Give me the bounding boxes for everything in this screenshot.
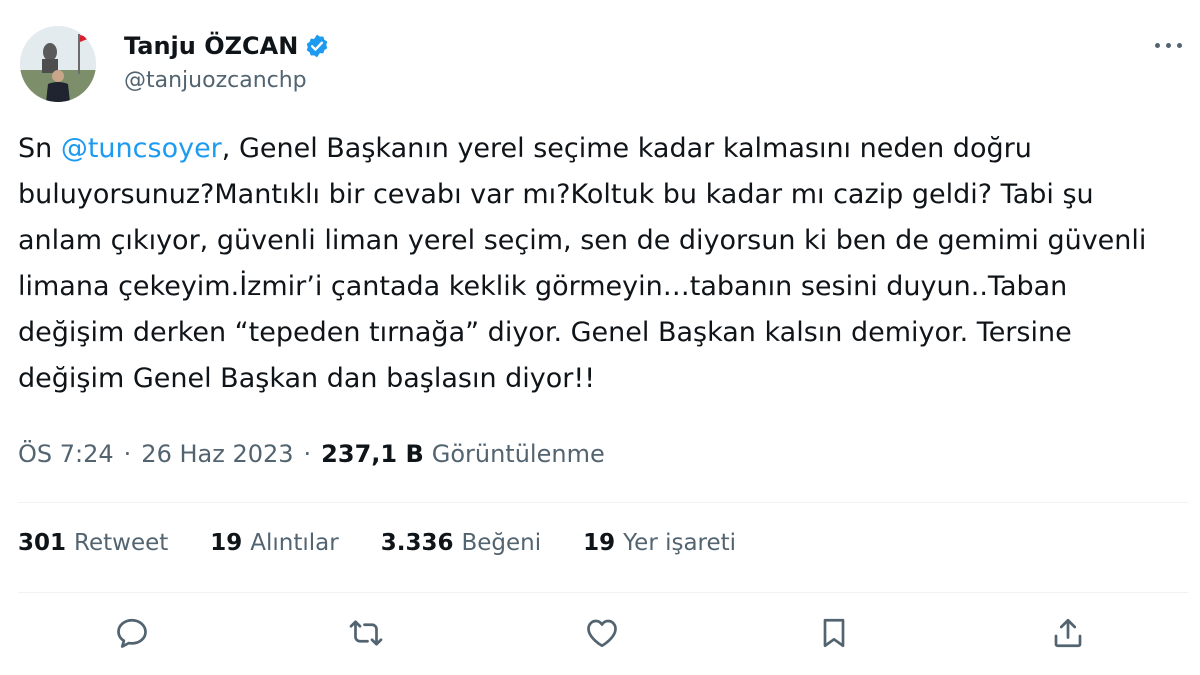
more-icon[interactable] [1148,30,1188,60]
avatar[interactable] [20,26,96,102]
avatar-photo [20,26,96,102]
tweet-prefix: Sn [18,133,61,164]
retweet-icon [349,620,383,646]
bookmark-icon [823,618,845,648]
bookmark-label: Yer işareti [623,530,737,556]
retweet-count: 301 [18,530,67,556]
tweet-date[interactable]: 26 Haz 2023 [141,440,293,468]
stat-likes[interactable]: 3.336 Beğeni [381,530,541,556]
share-icon [1054,618,1082,648]
tweet-meta: ÖS 7:24 · 26 Haz 2023 · 237,1 B Görüntül… [18,440,605,468]
retweet-button[interactable] [338,605,394,661]
quote-label: Alıntılar [250,530,339,556]
tweet-time[interactable]: ÖS 7:24 [18,440,114,468]
heart-icon [587,619,617,648]
divider [18,592,1188,593]
bookmark-button[interactable] [806,605,862,661]
meta-separator: · [123,440,132,468]
tweet-text: Sn @tuncsoyer, Genel Başkanın yerel seçi… [18,126,1168,402]
views-count: 237,1 B [321,440,424,468]
tweet-header: Tanju ÖZCAN @tanjuozcanchp [18,26,1188,106]
views-label: Görüntülenme [431,440,605,468]
like-count: 3.336 [380,530,454,556]
stat-retweets[interactable]: 301 Retweet [18,530,168,556]
like-label: Beğeni [461,530,542,556]
like-button[interactable] [574,605,630,661]
retweet-label: Retweet [74,530,169,556]
author-name-row: Tanju ÖZCAN [124,32,330,60]
bookmark-count: 19 [583,530,616,556]
stat-quotes[interactable]: 19 Alıntılar [210,530,338,556]
stat-bookmarks[interactable]: 19 Yer işareti [583,530,736,556]
author-handle[interactable]: @tanjuozcanchp [124,68,307,93]
mention-link[interactable]: @tuncsoyer [61,133,222,164]
tweet-actions [18,605,1188,661]
author-name[interactable]: Tanju ÖZCAN [124,32,298,60]
verified-badge-icon [307,34,328,58]
tweet-stats: 301 Retweet 19 Alıntılar 3.336 Beğeni 19… [18,530,778,556]
reply-button[interactable] [104,605,160,661]
divider [18,502,1188,503]
reply-icon [117,618,147,648]
tweet-body: , Genel Başkanın yerel seçime kadar kalm… [18,133,1147,394]
meta-separator: · [303,440,312,468]
quote-count: 19 [210,530,243,556]
share-button[interactable] [1040,605,1096,661]
